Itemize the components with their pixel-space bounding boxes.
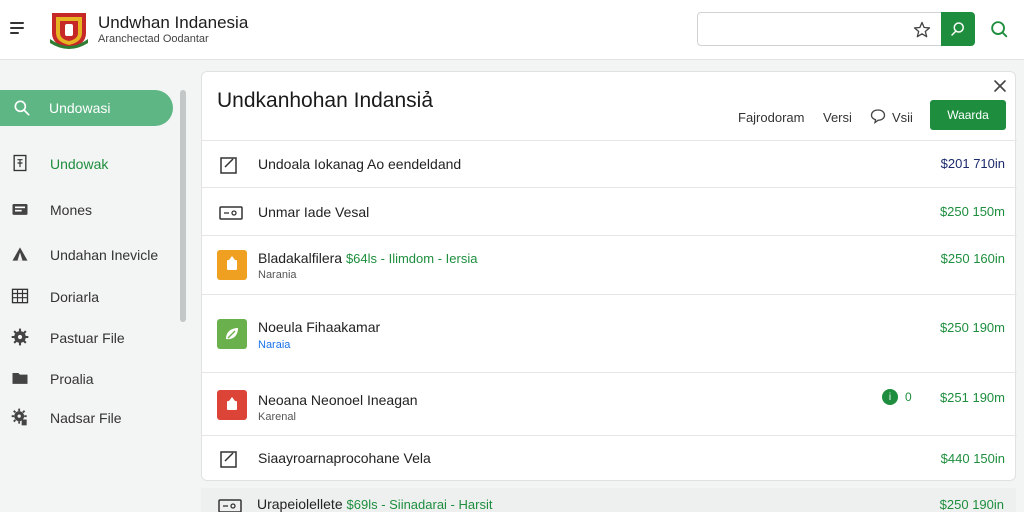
card-reader-icon xyxy=(218,499,242,512)
row-price: $250 190m xyxy=(939,320,1005,335)
row-subtitle: Narania xyxy=(258,269,297,281)
main-card: Undkanhohan Indansiả Fajrodoram Versi Vs… xyxy=(201,71,1017,481)
sidebar-item-label: Doriarla xyxy=(50,289,100,305)
row-title: Unmar Iade Vesal xyxy=(258,204,370,220)
sidebar: Undowasi Undowak Mones Undahan Inevicle … xyxy=(0,60,190,512)
gear-icon xyxy=(11,328,29,346)
link-versi[interactable]: Versi xyxy=(823,110,852,125)
row-title: Undoala Iokanag Ao eendeldand xyxy=(258,156,462,172)
grid-table-icon xyxy=(11,288,29,304)
row-price: $201 710in xyxy=(940,156,1005,171)
sidebar-item-proalia[interactable]: Proalia xyxy=(0,363,178,393)
cog-file-icon xyxy=(11,408,27,426)
sidebar-scrollbar[interactable] xyxy=(180,90,186,322)
badge-count: 0 xyxy=(905,390,912,404)
hamburger-menu-icon[interactable] xyxy=(10,18,30,38)
row-subtitle: Karenal xyxy=(258,411,296,423)
orange-file-icon xyxy=(217,250,247,280)
row-title: Neoana Neonoel Ineagan xyxy=(258,392,418,408)
row-title: Urapeiolellete $69ls - Siinadarai - Hars… xyxy=(257,496,493,512)
link-vsii[interactable]: Vsii xyxy=(892,110,913,125)
close-icon[interactable] xyxy=(992,78,1008,94)
red-file-icon xyxy=(217,390,247,420)
search-icon xyxy=(14,100,30,116)
row-title: Noeula Fihaakamar xyxy=(258,319,381,335)
row-tag: $64ls - Ilimdom - Iersia xyxy=(345,251,478,266)
sidebar-item-doriarla[interactable]: Doriarla xyxy=(0,281,178,311)
sidebar-item-label: Nadsar File xyxy=(50,410,122,426)
search-input[interactable] xyxy=(706,19,896,39)
star-icon[interactable] xyxy=(912,20,932,40)
row-price: $250 150m xyxy=(939,204,1005,219)
row-title: Siaayroarnaprocohane Vela xyxy=(258,450,431,466)
sidebar-item-pastuar-file[interactable]: Pastuar File xyxy=(0,322,178,352)
brand-subtitle: Aranchectad Oodantar xyxy=(98,33,209,45)
table-row[interactable]: Undoala Iokanag Ao eendeldand $201 710in xyxy=(202,140,1017,187)
emblem-logo xyxy=(50,13,88,49)
row-subtitle: Naraia xyxy=(258,339,291,351)
sidebar-item-label: Pastuar File xyxy=(50,330,125,346)
waarda-button[interactable]: Waarda xyxy=(930,100,1006,130)
table-row[interactable]: Siaayroarnaprocohane Vela $440 150in xyxy=(202,435,1017,481)
table-row[interactable]: Urapeiolellete $69ls - Siinadarai - Hars… xyxy=(201,488,1016,512)
search-icon[interactable] xyxy=(988,18,1010,40)
table-row[interactable]: Noeula Fihaakamar Naraia $250 190m xyxy=(202,294,1017,372)
card-title: Undkanhohan Indansiả xyxy=(217,89,434,112)
tent-icon xyxy=(12,247,28,261)
search-box xyxy=(697,12,975,46)
table-row[interactable]: Neoana Neonoel Ineagan Karenal i 0 $251 … xyxy=(202,372,1017,435)
sidebar-item-label: Undowak xyxy=(50,156,109,172)
card-reader-icon xyxy=(219,206,243,220)
table-row[interactable]: Unmar Iade Vesal $250 150m xyxy=(202,187,1017,235)
row-price: $250 190in xyxy=(939,497,1004,512)
sidebar-item-undowak[interactable]: Undowak xyxy=(0,148,178,178)
search-button[interactable] xyxy=(941,12,975,46)
row-title: Bladakalfilera $64ls - Ilimdom - Iersia xyxy=(258,250,478,266)
sidebar-item-label: Undahan Inevicle xyxy=(50,247,159,263)
sidebar-item-nadsar-file[interactable]: Nadsar File xyxy=(0,402,178,432)
link-fajrodoram[interactable]: Fajrodoram xyxy=(738,110,804,125)
green-leaf-icon xyxy=(217,319,247,349)
folder-icon xyxy=(12,373,28,384)
edit-checkbox-icon xyxy=(220,451,237,468)
top-bar: Undwhan Indanesia Aranchectad Oodantar xyxy=(0,0,1024,60)
sidebar-item-undahan-inevicle[interactable]: Undahan Inevicle xyxy=(0,239,178,269)
document-icon xyxy=(13,154,27,172)
sidebar-item-label: Undowasi xyxy=(49,100,111,116)
sidebar-item-mones[interactable]: Mones xyxy=(0,194,178,224)
edit-checkbox-icon xyxy=(220,157,237,174)
brand-title: Undwhan Indanesia xyxy=(98,13,249,32)
comment-icon[interactable] xyxy=(870,108,886,124)
sidebar-item-label: Mones xyxy=(50,202,93,218)
row-tag: $69ls - Siinadarai - Harsit xyxy=(346,497,493,512)
row-price: $251 190m xyxy=(939,390,1005,405)
sidebar-item-undowasi[interactable]: Undowasi xyxy=(0,90,173,126)
search-go-icon xyxy=(951,22,964,36)
info-badge-icon: i xyxy=(882,389,898,405)
row-price: $250 160in xyxy=(940,251,1005,266)
row-price: $440 150in xyxy=(940,451,1005,466)
table-row[interactable]: Bladakalfilera $64ls - Ilimdom - Iersia … xyxy=(202,235,1017,294)
wallet-icon xyxy=(12,204,28,215)
sidebar-item-label: Proalia xyxy=(50,371,94,387)
